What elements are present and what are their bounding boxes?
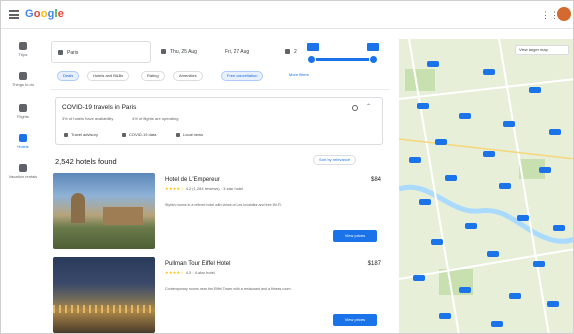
vacation-icon	[19, 164, 27, 172]
divider	[51, 89, 389, 90]
news-icon	[176, 132, 180, 137]
chip-hotels-bnbs[interactable]: Hotels and B&Bs	[87, 71, 130, 81]
hotel-rating: ★★★★☆ 4.2 (1,284 reviews) · 3-star hotel	[165, 186, 244, 191]
hotel-photo[interactable]	[53, 257, 155, 333]
hotel-photo[interactable]	[53, 173, 155, 249]
sort-button[interactable]: Sort by relevance	[313, 155, 357, 165]
view-larger-map-button[interactable]: View larger map	[515, 45, 569, 55]
chevron-up-icon[interactable]: ⌃	[366, 104, 371, 111]
top-app-bar: Google ⋮⋮	[1, 1, 573, 29]
check-in-date-field[interactable]: Thu, 25 Aug	[155, 41, 219, 63]
photo-building	[103, 207, 143, 225]
chip-free-cancellation[interactable]: Free cancellation	[221, 71, 264, 81]
more-filters-link[interactable]: More filters	[289, 72, 309, 77]
price-range-slider[interactable]	[307, 43, 379, 64]
left-navigation-rail: Trips Things to do Flights Hotels Vacati…	[1, 29, 45, 333]
hamburger-menu-icon[interactable]	[9, 10, 19, 19]
rail-item-flights[interactable]: Flights	[1, 101, 45, 131]
filter-chips-row: Deals Hotels and B&Bs Rating Amenities F…	[57, 71, 387, 83]
photo-dome	[71, 193, 85, 223]
flights-icon	[19, 42, 27, 50]
hotel-name[interactable]: Pullman Tour Eiffel Hotel	[165, 261, 230, 267]
rail-item-vacation-rentals[interactable]: Vacation rentals	[1, 161, 45, 191]
slider-track	[311, 58, 373, 61]
travel-advisory-button[interactable]: Travel advisory	[64, 130, 98, 139]
covid-info-panel: COVID-19 travels in Paris ⌃ 3% of hotels…	[55, 97, 383, 145]
covid-stat-hotels: 3% of hotels have availability	[62, 116, 114, 121]
calendar-icon	[161, 49, 166, 55]
view-prices-button[interactable]: View prices	[333, 314, 377, 326]
view-prices-button[interactable]: View prices	[333, 230, 377, 242]
rail-item-trips[interactable]: Trips	[1, 39, 45, 69]
hotel-price: $84	[370, 177, 381, 183]
star-rating-icon: ★★★★☆	[165, 270, 185, 275]
covid-stat-flights: 4% of flights are operating	[132, 116, 179, 121]
chip-rating[interactable]: Rating	[141, 71, 165, 81]
photo-city-lights	[53, 305, 155, 313]
map-panel[interactable]: View larger map	[399, 39, 573, 333]
results-count: 2,542 hotels found	[55, 157, 117, 166]
apps-grid-icon[interactable]: ⋮⋮	[541, 11, 559, 20]
chip-deals[interactable]: Deals	[57, 71, 80, 81]
map-canvas	[399, 39, 573, 333]
star-rating-icon: ★★★★☆	[165, 186, 185, 191]
min-price-box	[307, 43, 319, 51]
advisory-icon	[64, 132, 68, 137]
local-news-button[interactable]: Local news	[176, 130, 203, 139]
hotel-rating: ★★★★☆ 4.3 · 4-star hotel	[165, 270, 215, 275]
rail-item-hotels[interactable]: Hotels	[1, 131, 45, 161]
hotel-description: Contemporary rooms near the Eiffel Tower…	[165, 287, 292, 291]
person-icon	[285, 49, 290, 55]
hotel-card[interactable]: Pullman Tour Eiffel Hotel ★★★★☆ 4.3 · 4-…	[53, 257, 385, 333]
hotels-icon	[19, 134, 27, 142]
explore-icon	[19, 72, 27, 80]
flights-icon	[19, 104, 27, 112]
covid-data-button[interactable]: COVID-19 data	[122, 130, 156, 139]
covid-title: COVID-19 travels in Paris	[62, 104, 137, 111]
hotel-price: $187	[367, 261, 381, 267]
destination-input[interactable]: Paris	[51, 41, 151, 63]
hotel-description: Stylish rooms in a refined hotel with vi…	[165, 203, 283, 207]
hotel-search-window: Google ⋮⋮ Trips Things to do Flights Hot…	[0, 0, 574, 334]
rail-item-things-to-do[interactable]: Things to do	[1, 69, 45, 99]
max-price-box	[367, 43, 379, 51]
chart-icon	[122, 132, 126, 137]
hotel-name[interactable]: Hotel de L'Empereur	[165, 177, 220, 183]
account-avatar[interactable]	[557, 7, 571, 21]
chip-amenities[interactable]: Amenities	[173, 71, 203, 81]
google-logo[interactable]: Google	[25, 8, 64, 20]
search-icon	[58, 50, 63, 56]
slider-min-handle[interactable]	[307, 55, 316, 64]
check-out-date-field[interactable]: Fri, 27 Aug	[219, 41, 277, 63]
slider-max-handle[interactable]	[369, 55, 378, 64]
hotel-card[interactable]: Hotel de L'Empereur ★★★★☆ 4.2 (1,284 rev…	[53, 173, 385, 249]
info-icon[interactable]	[352, 105, 358, 111]
